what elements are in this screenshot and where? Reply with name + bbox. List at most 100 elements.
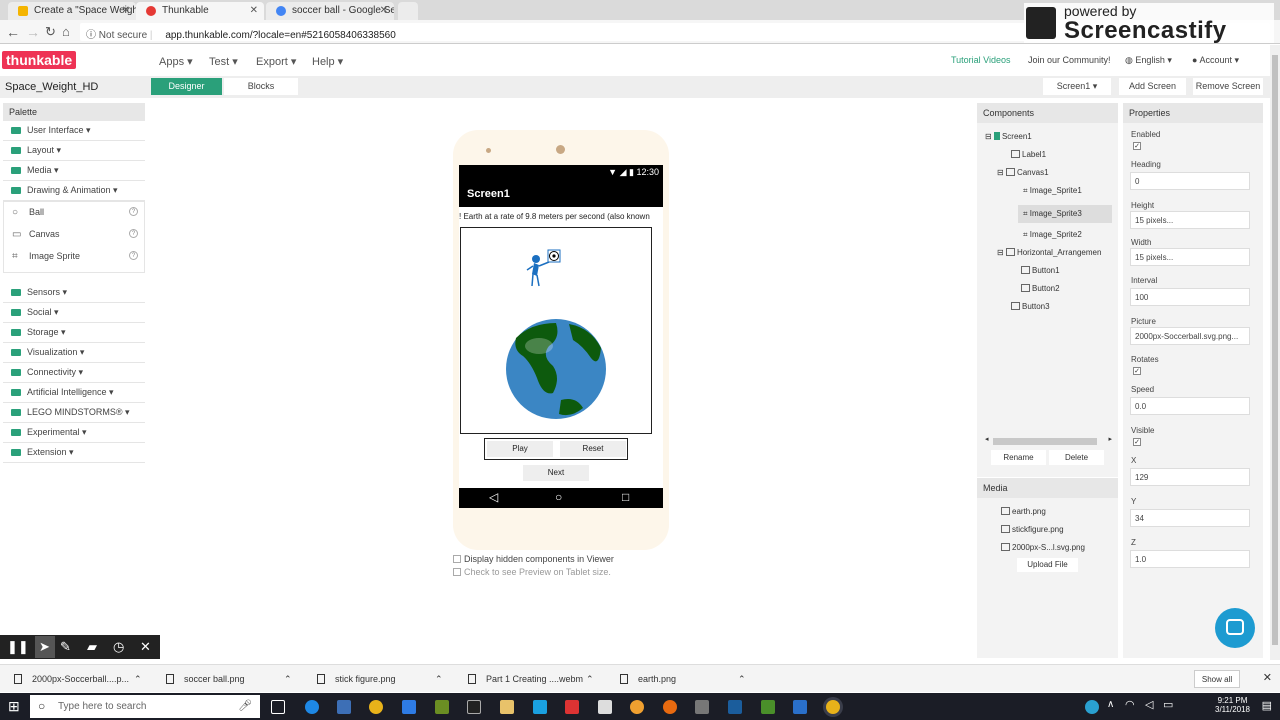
close-icon[interactable]: ✕ [1263, 671, 1272, 684]
palette-category-lego[interactable]: LEGO MINDSTORMS® ▾ [3, 403, 145, 423]
scroll-right-icon[interactable]: ▸ [1108, 435, 1112, 443]
download-item-2[interactable]: soccer ball.png ⌃ [166, 674, 292, 684]
palette-category-sensors[interactable]: Sensors ▾ [3, 283, 145, 303]
heading-input[interactable]: 0 [1130, 172, 1250, 190]
browser-tab-3[interactable]: soccer ball - Google Sea... ✕ [266, 2, 394, 20]
forward-icon[interactable]: → [26, 24, 40, 40]
palette-item-ball[interactable]: ○ Ball? [4, 202, 144, 224]
tutorial-videos-link[interactable]: Tutorial Videos [951, 55, 1011, 65]
tree-screen1[interactable]: ⊟ Screen1 [985, 132, 1032, 141]
tree-horizontal-arrangement[interactable]: ⊟ Horizontal_Arrangemen [997, 248, 1117, 257]
dropbox-icon[interactable] [402, 700, 416, 714]
chevron-up-icon[interactable]: ⌃ [134, 674, 142, 685]
tree-canvas1[interactable]: ⊟ Canvas1 [997, 168, 1049, 177]
red-app-icon[interactable] [565, 700, 579, 714]
canvas1[interactable] [460, 227, 652, 434]
volume-icon[interactable]: ◁ [1145, 698, 1153, 711]
chevron-up-icon[interactable]: ⌃ [586, 674, 594, 685]
label1[interactable]: ! Earth at a rate of 9.8 meters per seco… [459, 207, 663, 227]
palette-item-image-sprite[interactable]: ⌗ Image Sprite? [4, 246, 144, 268]
media-file-earth[interactable]: earth.png [1001, 507, 1046, 516]
height-input[interactable]: 15 pixels... [1130, 211, 1250, 229]
file-explorer-icon[interactable] [500, 700, 514, 714]
delete-button[interactable]: Delete [1049, 450, 1104, 465]
notifications-icon[interactable]: ▤ [1262, 699, 1272, 712]
help-tray-icon[interactable] [1085, 700, 1099, 714]
close-icon[interactable]: ✕ [250, 5, 258, 16]
reset-button[interactable]: Reset [560, 441, 626, 457]
media-file-stickfigure[interactable]: stickfigure.png [1001, 525, 1064, 534]
tree-button2[interactable]: Button2 [1021, 284, 1060, 293]
palette-category-user-interface[interactable]: User Interface ▾ [3, 121, 145, 141]
minecraft-icon[interactable] [761, 700, 775, 714]
recents-nav-icon[interactable]: □ [622, 490, 629, 504]
close-icon[interactable]: ✕ [380, 5, 388, 16]
picture-input[interactable]: 2000px-Soccerball.svg.png... [1130, 327, 1250, 345]
pause-icon[interactable]: ❚❚ [7, 639, 29, 655]
help-icon[interactable]: ? [129, 229, 138, 238]
firefox-icon[interactable] [663, 700, 677, 714]
tree-image-sprite1[interactable]: ⌗ Image_Sprite1 [1023, 186, 1082, 196]
pen-icon[interactable]: ✎ [60, 639, 71, 655]
thunkable-logo[interactable]: thunkable [2, 51, 77, 69]
add-screen-button[interactable]: Add Screen [1119, 78, 1186, 95]
microphone-icon[interactable]: 🎤︎ [238, 699, 252, 712]
designer-tab[interactable]: Designer [151, 78, 222, 95]
edge-icon[interactable] [305, 700, 319, 714]
collapse-icon[interactable]: ⊟ [985, 132, 994, 141]
tablet-preview-checkbox[interactable]: Check to see Preview on Tablet size. [453, 567, 611, 577]
weather-icon[interactable] [533, 700, 547, 714]
tree-button3[interactable]: Button3 [1011, 302, 1050, 311]
rotates-checkbox[interactable]: ✓ [1133, 367, 1141, 375]
speed-input[interactable]: 0.0 [1130, 397, 1250, 415]
palette-item-canvas[interactable]: ▭ Canvas? [4, 224, 144, 246]
account-menu[interactable]: ● Account ▾ [1192, 55, 1239, 66]
menu-help[interactable]: Help ▾ [312, 55, 343, 68]
menu-test[interactable]: Test ▾ [209, 55, 238, 68]
collapse-icon[interactable]: ⊟ [997, 168, 1006, 177]
task-view-icon[interactable] [271, 700, 285, 714]
show-all-button[interactable]: Show all [1194, 670, 1240, 688]
chrome-active-icon[interactable] [826, 700, 840, 714]
taskbar-clock[interactable]: 9:21 PM 3/11/2018 [1215, 696, 1250, 714]
blocks-tab[interactable]: Blocks [224, 78, 298, 95]
help-icon[interactable]: ? [129, 207, 138, 216]
palette-category-visualization[interactable]: Visualization ▾ [3, 343, 145, 363]
community-link[interactable]: Join our Community! [1028, 55, 1111, 65]
remove-screen-button[interactable]: Remove Screen [1193, 78, 1263, 95]
interval-input[interactable]: 100 [1130, 288, 1250, 306]
steam-icon[interactable] [728, 700, 742, 714]
z-input[interactable]: 1.0 [1130, 550, 1250, 568]
palette-category-social[interactable]: Social ▾ [3, 303, 145, 323]
menu-export[interactable]: Export ▾ [256, 55, 296, 68]
amazon-icon[interactable] [467, 700, 481, 714]
cursor-icon[interactable]: ➤ [35, 636, 55, 658]
palette-category-ai[interactable]: Artificial Intelligence ▾ [3, 383, 145, 403]
windows-start-icon[interactable]: ⊞ [8, 698, 20, 715]
chevron-up-icon[interactable]: ⌃ [738, 674, 746, 685]
download-item-1[interactable]: 2000px-Soccerball....p... ⌃ [14, 674, 142, 684]
palette-category-connectivity[interactable]: Connectivity ▾ [3, 363, 145, 383]
shield-icon[interactable] [793, 700, 807, 714]
basketball-icon[interactable] [630, 700, 644, 714]
browser-tab-2[interactable]: Thunkable ✕ [136, 2, 264, 20]
media-file-soccerball[interactable]: 2000px-S...l.svg.png [1001, 543, 1085, 552]
tree-button1[interactable]: Button1 [1021, 266, 1060, 275]
palette-category-extension[interactable]: Extension ▾ [3, 443, 145, 463]
scroll-thumb[interactable] [993, 438, 1097, 445]
app-icon[interactable] [435, 700, 449, 714]
scroll-left-icon[interactable]: ◂ [985, 435, 989, 443]
battery-icon[interactable]: ▭ [1163, 698, 1173, 711]
download-item-4[interactable]: Part 1 Creating ....webm ⌃ [468, 674, 594, 684]
back-nav-icon[interactable]: ◁ [489, 490, 498, 504]
back-icon[interactable]: ← [6, 24, 20, 40]
mail-icon[interactable] [598, 700, 612, 714]
timer-icon[interactable]: ◷ [113, 639, 124, 655]
collapse-icon[interactable]: ⊟ [997, 248, 1006, 257]
tree-image-sprite2[interactable]: ⌗ Image_Sprite2 [1023, 230, 1082, 240]
chat-button[interactable] [1215, 608, 1255, 648]
language-menu[interactable]: ◍ English ▾ [1125, 55, 1172, 66]
rename-button[interactable]: Rename [991, 450, 1046, 465]
home-nav-icon[interactable]: ○ [555, 490, 562, 504]
store-icon[interactable] [337, 700, 351, 714]
